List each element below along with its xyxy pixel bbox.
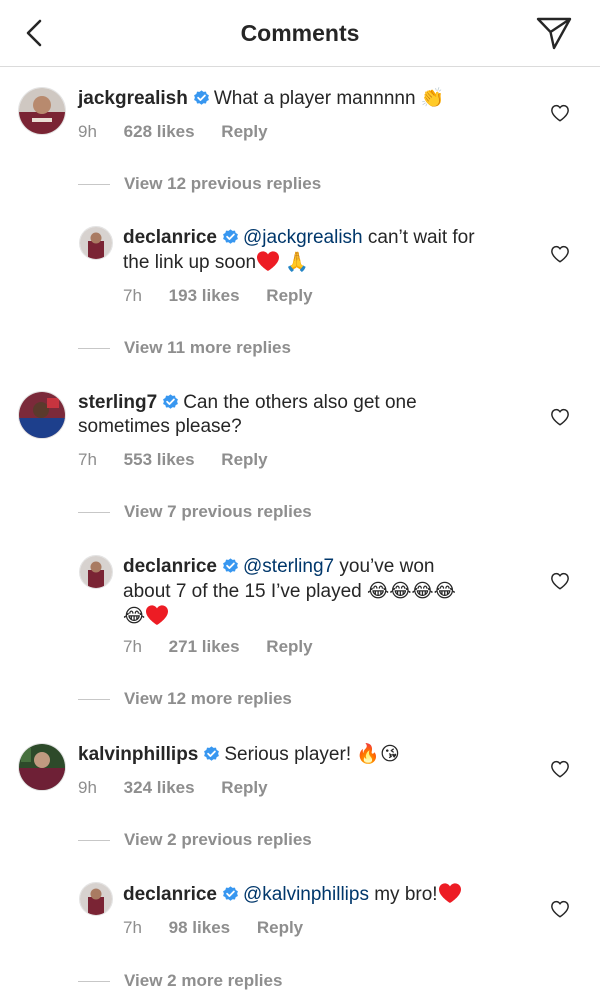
tears-of-joy-emoji: 😂: [123, 605, 146, 627]
comment-time: 9h: [78, 778, 97, 797]
comment-meta: 9h 324 likes Reply: [78, 778, 290, 798]
reply-username[interactable]: declanrice: [123, 227, 217, 248]
avatar[interactable]: [79, 555, 113, 589]
view-more-label[interactable]: View 2 more replies: [124, 971, 282, 990]
reply-time: 7h: [123, 918, 142, 937]
verified-badge-icon: [222, 885, 239, 902]
comment-body-line2: sometimes please?: [78, 416, 242, 437]
reply-body-line2: the link up soon: [123, 252, 257, 273]
divider: [78, 184, 110, 186]
like-heart-icon[interactable]: [550, 572, 570, 590]
avatar[interactable]: [18, 743, 66, 791]
divider: [78, 840, 110, 842]
reply-text: declanrice @sterling7 you’ve won about 7 …: [123, 555, 533, 629]
mention-link[interactable]: @kalvinphillips: [243, 884, 369, 905]
red-heart-emoji: [145, 604, 169, 626]
view-more-replies[interactable]: View 12 more replies: [78, 689, 292, 709]
fire-and-kiss-emoji: 🔥😘: [356, 743, 400, 765]
comment-body: What a player mannnnn: [213, 88, 416, 109]
avatar[interactable]: [79, 226, 113, 260]
red-heart-emoji: [256, 250, 280, 272]
reply-body: can’t wait for: [367, 227, 475, 248]
likes-count[interactable]: 553 likes: [124, 450, 195, 469]
divider: [78, 981, 110, 983]
comment-time: 7h: [78, 450, 97, 469]
reply-body: my bro!: [374, 884, 438, 905]
like-heart-icon[interactable]: [550, 900, 570, 918]
reply-meta: 7h 193 likes Reply: [123, 286, 335, 306]
folded-hands-emoji: 🙏: [285, 251, 310, 273]
verified-badge-icon: [203, 745, 220, 762]
like-heart-icon[interactable]: [550, 245, 570, 263]
avatar[interactable]: [18, 87, 66, 135]
page-title: Comments: [240, 20, 360, 46]
verified-badge-icon: [162, 393, 179, 410]
reply-body: you’ve won: [339, 556, 435, 577]
comment-meta: 7h 553 likes Reply: [78, 450, 290, 470]
likes-count[interactable]: 271 likes: [169, 637, 240, 656]
view-previous-replies[interactable]: View 7 previous replies: [78, 502, 312, 522]
comment-username[interactable]: kalvinphillips: [78, 744, 198, 765]
reply-button[interactable]: Reply: [221, 122, 267, 141]
view-more-replies[interactable]: View 11 more replies: [78, 338, 291, 358]
view-more-label[interactable]: View 12 more replies: [124, 689, 292, 708]
reply-meta: 7h 271 likes Reply: [123, 637, 335, 657]
direct-send-icon[interactable]: [534, 15, 574, 51]
view-previous-replies[interactable]: View 2 previous replies: [78, 830, 312, 850]
view-replies-label[interactable]: View 12 previous replies: [124, 174, 321, 193]
reply-time: 7h: [123, 637, 142, 656]
comment-meta: 9h 628 likes Reply: [78, 122, 290, 142]
comment-time: 9h: [78, 122, 97, 141]
clapping-hands-emoji: 👏: [420, 87, 445, 109]
mention-link[interactable]: @jackgrealish: [243, 227, 363, 248]
divider: [78, 699, 110, 701]
verified-badge-icon: [222, 557, 239, 574]
header-bar: Comments: [0, 0, 600, 67]
reply-button[interactable]: Reply: [266, 637, 312, 656]
view-previous-replies[interactable]: View 12 previous replies: [78, 174, 321, 194]
reply-button[interactable]: Reply: [221, 450, 267, 469]
comment-text: jackgrealish What a player mannnnn 👏: [78, 86, 518, 111]
mention-link[interactable]: @sterling7: [243, 556, 334, 577]
comment-body: Can the others also get one: [183, 392, 417, 413]
likes-count[interactable]: 324 likes: [124, 778, 195, 797]
likes-count[interactable]: 98 likes: [169, 918, 230, 937]
avatar[interactable]: [79, 882, 113, 916]
reply-time: 7h: [123, 286, 142, 305]
comment-text: kalvinphillips Serious player! 🔥😘: [78, 742, 518, 767]
reply-body-line2: about 7 of the 15 I’ve played: [123, 581, 362, 602]
reply-username[interactable]: declanrice: [123, 884, 217, 905]
comment-text: sterling7 Can the others also get one som…: [78, 391, 518, 439]
reply-button[interactable]: Reply: [221, 778, 267, 797]
likes-count[interactable]: 628 likes: [124, 122, 195, 141]
like-heart-icon[interactable]: [550, 104, 570, 122]
reply-text: declanrice @jackgrealish can’t wait for t…: [123, 226, 533, 275]
comment-username[interactable]: sterling7: [78, 392, 157, 413]
view-replies-label[interactable]: View 2 previous replies: [124, 830, 312, 849]
likes-count[interactable]: 193 likes: [169, 286, 240, 305]
divider: [78, 348, 110, 350]
verified-badge-icon: [193, 89, 210, 106]
red-heart-emoji: [438, 882, 462, 904]
reply-username[interactable]: declanrice: [123, 556, 217, 577]
view-more-replies[interactable]: View 2 more replies: [78, 971, 282, 991]
reply-meta: 7h 98 likes Reply: [123, 918, 325, 938]
view-replies-label[interactable]: View 7 previous replies: [124, 502, 312, 521]
divider: [78, 512, 110, 514]
like-heart-icon[interactable]: [550, 408, 570, 426]
tears-of-joy-emoji: 😂😂😂😂: [367, 580, 456, 602]
avatar[interactable]: [18, 391, 66, 439]
comment-username[interactable]: jackgrealish: [78, 88, 188, 109]
reply-button[interactable]: Reply: [266, 286, 312, 305]
reply-button[interactable]: Reply: [257, 918, 303, 937]
comment-body: Serious player!: [224, 744, 352, 765]
view-more-label[interactable]: View 11 more replies: [124, 338, 291, 357]
like-heart-icon[interactable]: [550, 760, 570, 778]
verified-badge-icon: [222, 228, 239, 245]
reply-text: declanrice @kalvinphillips my bro!: [123, 882, 533, 907]
